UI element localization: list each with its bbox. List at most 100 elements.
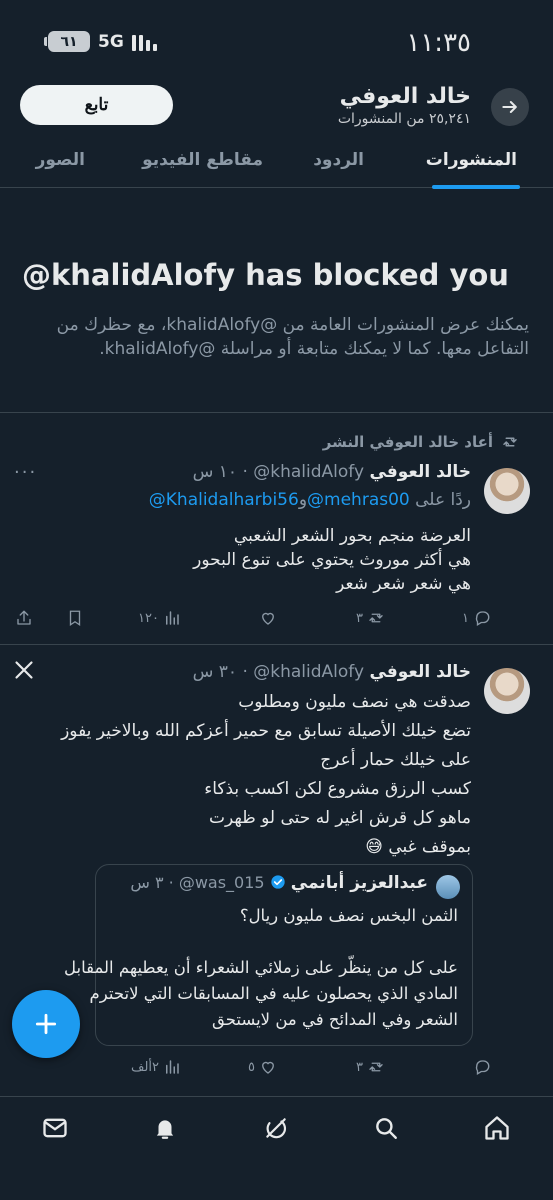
tweet-actions: ٣ ٥ ٢ألف: [0, 1058, 553, 1082]
x-logo-icon: [14, 660, 34, 684]
repost-indicator: أعاد خالد العوفي النشر: [323, 433, 519, 451]
network-type: 5G: [98, 31, 124, 52]
grok-icon: [266, 1118, 287, 1139]
tab-posts[interactable]: المنشورات: [426, 150, 517, 170]
author-name[interactable]: خالد العوفي: [369, 662, 471, 682]
active-tab-indicator: [432, 185, 520, 189]
quote-avatar: [436, 875, 460, 899]
tweet-line: على خيلك حمار أعرج: [320, 750, 471, 770]
share-icon: [17, 610, 31, 625]
divider: [0, 644, 553, 645]
tweet-line: تضع خيلك الأصيلة تسابق مع حمير أعزكم الل…: [61, 721, 471, 741]
tweet-line-text: بموقف غبي: [388, 837, 471, 857]
post-count: ٢٥,٢٤١ من المنشورات: [337, 111, 471, 127]
gesture-bar: [0, 1158, 553, 1200]
reply-icon: [475, 1060, 490, 1075]
tweet-meta: خالد العوفي @khalidAlofy · ٣٠ س: [192, 662, 471, 682]
verified-badge-icon: [271, 875, 285, 889]
tweet-body: العرضة منجم بحور الشعر الشعبي هي أكثر مو…: [193, 524, 471, 596]
nav-notifications[interactable]: [150, 1113, 180, 1143]
quoted-tweet[interactable]: عبدالعزيز أبانمي @was_015 · ٣ س الثمن ال…: [64, 864, 473, 1046]
battery-icon: ٦١: [44, 31, 90, 52]
tweet-meta: خالد العوفي @khalidAlofy · ١٠ س: [192, 462, 471, 482]
signal-icon: [131, 33, 157, 51]
bookmark-icon: [69, 610, 81, 627]
status-time: ١١:٣٥: [406, 28, 471, 58]
like-button[interactable]: [255, 609, 277, 627]
blocked-title: @khalidAlofy has blocked you: [22, 258, 509, 292]
author-handle[interactable]: @khalidAlofy: [253, 462, 364, 482]
repost-count: ٣: [356, 1059, 363, 1075]
back-button[interactable]: [491, 88, 529, 126]
battery-level: ٦١: [60, 33, 78, 50]
tweet-body: صدقت هي نصف مليون ومطلوب تضع خيلك الأصيل…: [61, 688, 471, 862]
compose-button[interactable]: [12, 990, 80, 1058]
tweet-line: ماهو كل قرش اغير له حتى لو ظهرت: [208, 808, 471, 828]
views-icon: [166, 611, 179, 625]
reply-mention[interactable]: @mehras00: [307, 490, 410, 510]
nav-messages[interactable]: [40, 1113, 70, 1143]
mail-icon: [43, 1118, 67, 1138]
bookmark-button[interactable]: [66, 609, 84, 627]
views-button[interactable]: ١٢٠: [138, 609, 181, 627]
blocked-description-line: يمكنك عرض المنشورات العامة من @khalidAlo…: [56, 315, 529, 335]
repost-icon: [503, 437, 517, 447]
repost-button[interactable]: ٣: [356, 1058, 385, 1076]
blocked-description-line: التفاعل معها. كما لا يمكنك متابعة أو مرا…: [99, 339, 529, 359]
quote-line: [64, 929, 458, 955]
bottom-navigation: [0, 1096, 553, 1158]
like-button[interactable]: ٥: [248, 1058, 277, 1076]
reply-and: و: [298, 490, 308, 510]
tweet-line: صدقت هي نصف مليون ومطلوب: [238, 692, 471, 712]
author-name[interactable]: خالد العوفي: [369, 462, 471, 482]
views-button[interactable]: ٢ألف: [131, 1058, 181, 1076]
quote-line: على كل من ينظّر على زملائي الشعراء أن يع…: [64, 958, 458, 977]
more-options-icon[interactable]: ···: [14, 462, 37, 483]
search-icon: [376, 1118, 397, 1139]
emoji-sweat-smile: 😅: [365, 837, 383, 857]
divider: [0, 412, 553, 413]
avatar[interactable]: [484, 468, 530, 514]
arrow-right-icon: [502, 101, 517, 113]
quote-body: الثمن البخس نصف مليون ريال؟ على كل من ين…: [64, 903, 458, 1033]
repost-icon: [369, 613, 383, 623]
follow-button[interactable]: تابع: [20, 85, 173, 125]
reply-context: ردًا على @mehras00و@Khalidalharbi56: [149, 490, 471, 510]
reply-prefix: ردًا على: [415, 490, 471, 510]
tweet-line: بموقف غبي 😅: [61, 833, 471, 862]
quote-time: ٣ س: [130, 873, 164, 892]
avatar[interactable]: [484, 668, 530, 714]
nav-home[interactable]: [482, 1113, 512, 1143]
plus-icon: [35, 1013, 57, 1035]
nav-search[interactable]: [371, 1113, 401, 1143]
views-count: ٢ألف: [130, 1059, 159, 1075]
views-count: ١٢٠: [138, 610, 159, 626]
tab-replies[interactable]: الردود: [313, 150, 364, 170]
reply-icon: [475, 611, 490, 626]
tweet-line: هي شعر شعر شعر: [336, 574, 471, 594]
tab-videos[interactable]: مقاطع الفيديو: [142, 150, 263, 170]
tweet-line: كسب الرزق مشروع لكن اكسب بذكاء: [204, 779, 471, 799]
author-handle[interactable]: @khalidAlofy: [253, 662, 364, 682]
reply-mention[interactable]: @Khalidalharbi56: [149, 490, 299, 510]
like-count: ٥: [248, 1059, 255, 1075]
repost-count: ٣: [356, 610, 363, 626]
repost-label: أعاد خالد العوفي النشر: [322, 433, 493, 451]
share-button[interactable]: [15, 609, 33, 627]
tweet-time: ١٠ س: [192, 462, 238, 482]
tweet-line: العرضة منجم بحور الشعر الشعبي: [233, 526, 471, 546]
blocked-description: يمكنك عرض المنشورات العامة من @khalidAlo…: [19, 313, 529, 361]
tab-photos[interactable]: الصور: [36, 150, 85, 170]
reply-button[interactable]: [469, 1058, 491, 1076]
repost-button[interactable]: ٣: [356, 609, 385, 627]
quote-line: الشعر وفي المدائح في من لايستحق: [211, 1010, 458, 1029]
profile-header: تابع خالد العوفي ٢٥,٢٤١ من المنشورات: [0, 74, 553, 136]
quote-line: الثمن البخس نصف مليون ريال؟: [239, 906, 458, 925]
quote-line: المادي الذي يحصلون عليه في المسابقات الت…: [89, 984, 458, 1003]
reply-button[interactable]: ١: [462, 609, 491, 627]
tweet-actions: ١ ٣ ١٢٠: [0, 609, 553, 633]
tweet-time: ٣٠ س: [192, 662, 238, 682]
tweet-line: هي أكثر موروث يحتوي على تنوع البحور: [193, 550, 471, 570]
quote-author-name: عبدالعزيز أبانمي: [290, 873, 428, 893]
nav-grok[interactable]: [261, 1113, 291, 1143]
